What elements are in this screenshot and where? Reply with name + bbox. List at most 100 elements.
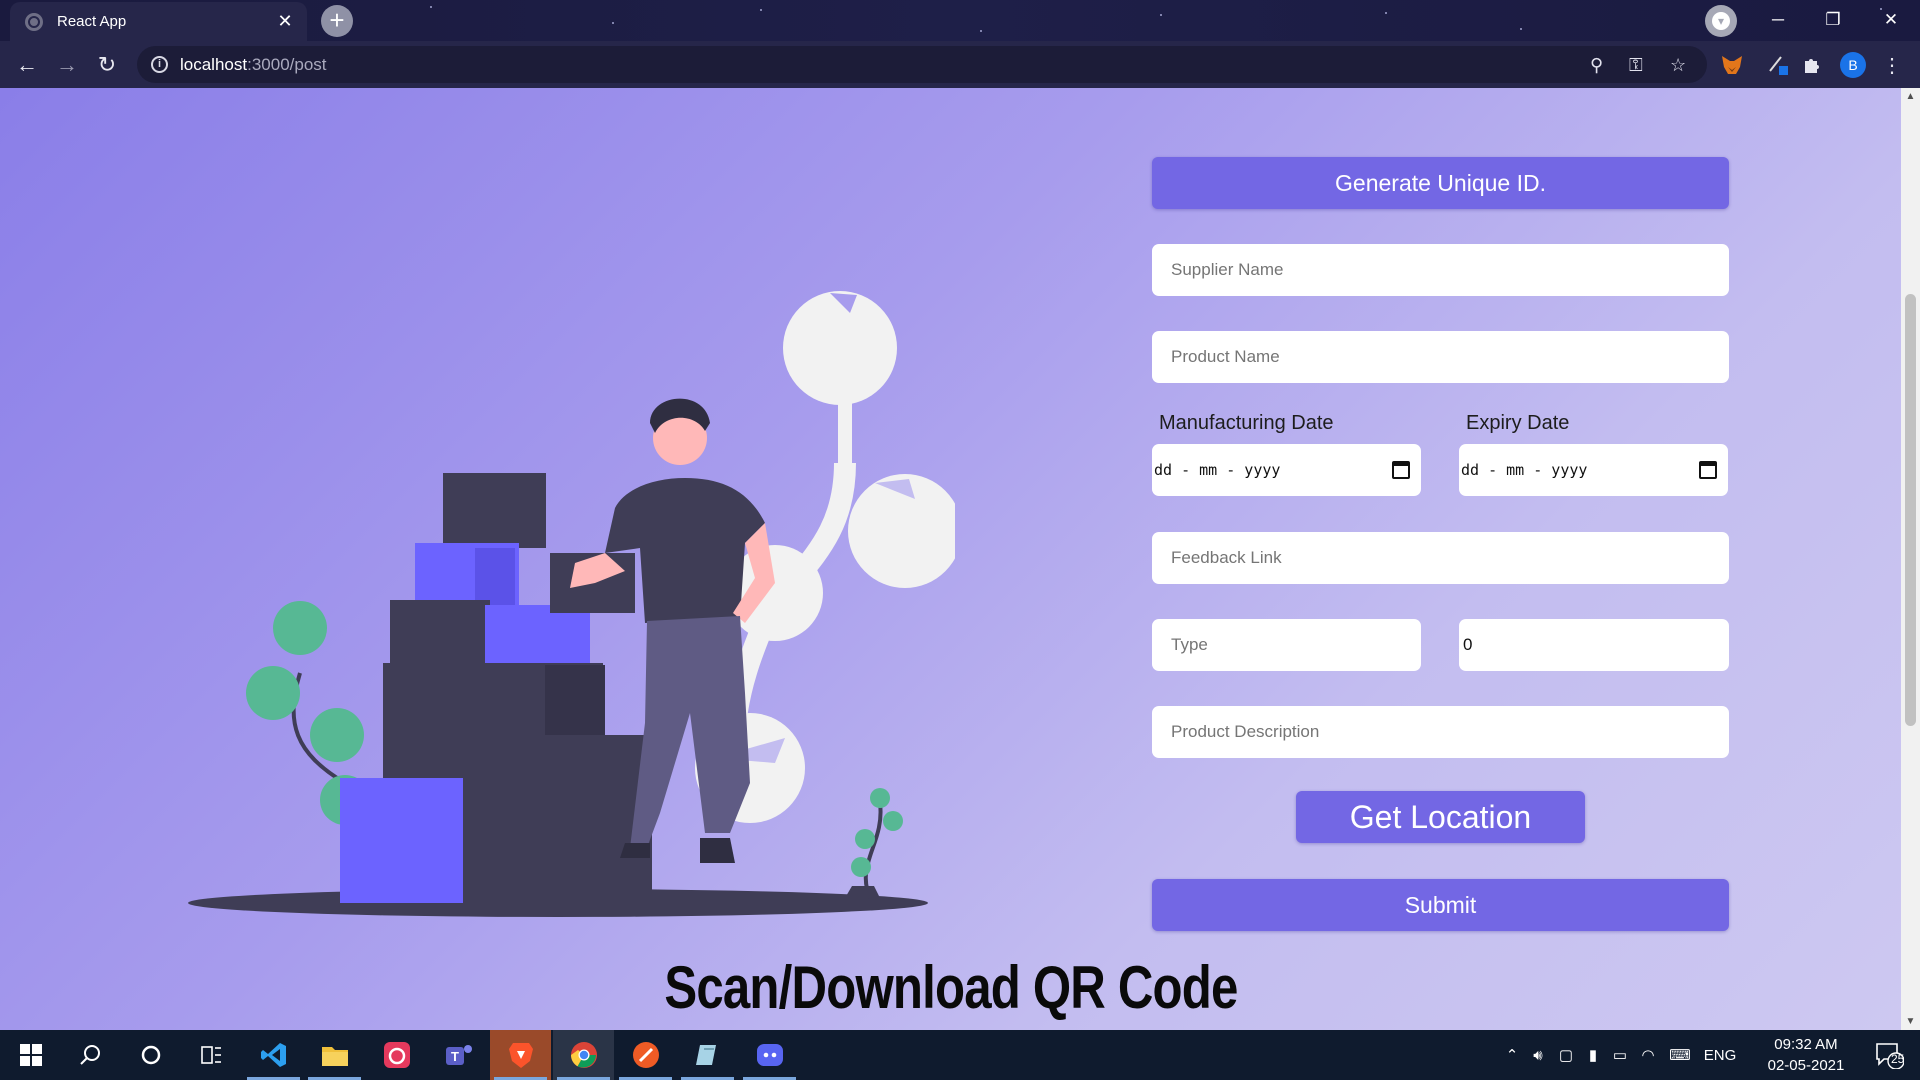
- pen-extension-icon[interactable]: [1766, 53, 1790, 77]
- task-view-icon: [200, 1046, 221, 1064]
- product-description-input[interactable]: Product Description: [1152, 706, 1729, 758]
- address-bar[interactable]: i localhost:3000/post ⚲ ⚿ ☆: [137, 46, 1707, 83]
- volume-icon[interactable]: 🔊︎: [1524, 1047, 1552, 1064]
- brave-lion-icon: [508, 1043, 533, 1068]
- date-placeholder: dd - mm - yyyy: [1461, 461, 1588, 479]
- language-indicator[interactable]: ENG: [1698, 1047, 1742, 1064]
- taskbar-app-notes[interactable]: [677, 1030, 738, 1080]
- submit-button[interactable]: Submit: [1152, 879, 1729, 931]
- extensions-puzzle-icon[interactable]: [1800, 53, 1824, 77]
- taskbar-app-discord[interactable]: [739, 1030, 800, 1080]
- supply-chain-illustration: [188, 291, 955, 917]
- tab-strip: React App ✕ + ▾ ─ ❐ ✕: [0, 0, 1920, 41]
- restore-button[interactable]: ❐: [1810, 4, 1856, 36]
- taskbar-app-brave[interactable]: [490, 1030, 551, 1080]
- teams-icon: T: [445, 1045, 472, 1065]
- get-location-button[interactable]: Get Location: [1296, 791, 1585, 843]
- menu-kebab-icon[interactable]: ⋮: [1880, 53, 1904, 77]
- meet-now-icon[interactable]: ▢: [1552, 1046, 1580, 1064]
- key-icon[interactable]: ⚿: [1629, 55, 1643, 76]
- page-scrollbar[interactable]: ▲ ▼: [1901, 88, 1920, 1030]
- microphone-icon[interactable]: ▮: [1580, 1046, 1606, 1064]
- background-star: [1160, 14, 1162, 16]
- background-star: [1385, 12, 1387, 14]
- qr-code-heading: Scan/Download QR Code: [664, 954, 1238, 1021]
- creative-cloud-icon: [383, 1042, 410, 1068]
- location-pin-icon[interactable]: ⚲: [1590, 55, 1603, 76]
- reload-button[interactable]: ↻: [89, 47, 125, 83]
- taskbar-app-postman[interactable]: [615, 1030, 676, 1080]
- close-window-button[interactable]: ✕: [1868, 4, 1914, 36]
- expiry-date-input[interactable]: dd - mm - yyyy: [1459, 444, 1728, 496]
- taskbar-app-chrome[interactable]: [553, 1030, 614, 1080]
- generate-unique-id-button[interactable]: Generate Unique ID.: [1152, 157, 1729, 209]
- date-placeholder: dd - mm - yyyy: [1154, 461, 1281, 479]
- product-name-input[interactable]: Product Name: [1152, 331, 1729, 383]
- taskbar-app-vscode[interactable]: [243, 1030, 304, 1080]
- windows-logo-icon: [19, 1044, 42, 1066]
- cortana-button[interactable]: [120, 1030, 181, 1080]
- notification-count: 25: [1891, 1052, 1905, 1066]
- supplier-name-input[interactable]: Supplier Name: [1152, 244, 1729, 296]
- chrome-icon: [570, 1042, 597, 1068]
- vscode-icon: [260, 1043, 286, 1067]
- forward-button[interactable]: →: [49, 47, 85, 83]
- start-button[interactable]: [0, 1030, 61, 1080]
- url-path: :3000/post: [247, 54, 327, 74]
- battery-icon[interactable]: ▭: [1606, 1046, 1634, 1064]
- folder-icon: [321, 1047, 348, 1066]
- postman-icon: [632, 1042, 659, 1068]
- background-star: [760, 9, 762, 11]
- expiry-date-label: Expiry Date: [1466, 412, 1570, 434]
- wifi-icon[interactable]: ◠: [1634, 1046, 1662, 1064]
- tab-close-icon[interactable]: ✕: [275, 11, 295, 32]
- background-star: [980, 30, 982, 32]
- system-tray: ⌃ 🔊︎ ▢ ▮ ▭ ◠ ⌨ ENG: [1500, 1030, 1742, 1080]
- notification-center-button[interactable]: 25: [1858, 1030, 1919, 1080]
- page-viewport: Generate Unique ID. Supplier Name Produc…: [0, 88, 1901, 1030]
- clock-date: 02-05-2021: [1767, 1057, 1845, 1074]
- new-tab-button[interactable]: +: [321, 5, 353, 37]
- globe-icon: [25, 12, 43, 31]
- browser-tab-react-app[interactable]: React App ✕: [10, 2, 307, 41]
- profile-avatar[interactable]: B: [1840, 52, 1866, 78]
- chevron-up-icon[interactable]: ⌃: [1500, 1046, 1524, 1064]
- manufacturing-date-input[interactable]: dd - mm - yyyy: [1152, 444, 1421, 496]
- scroll-down-arrow-icon[interactable]: ▼: [1901, 1013, 1920, 1030]
- tab-search-button[interactable]: ▾: [1705, 5, 1737, 37]
- taskbar-app-file-explorer[interactable]: [304, 1030, 365, 1080]
- info-icon[interactable]: i: [151, 56, 168, 73]
- cortana-circle-icon: [141, 1045, 160, 1065]
- type-input[interactable]: Type: [1152, 619, 1421, 671]
- svg-text:T: T: [451, 1049, 459, 1064]
- background-star: [430, 6, 432, 8]
- keyboard-icon[interactable]: ⌨: [1662, 1046, 1698, 1064]
- minimize-button[interactable]: ─: [1755, 4, 1801, 36]
- scroll-up-arrow-icon[interactable]: ▲: [1901, 88, 1920, 105]
- back-button[interactable]: ←: [9, 47, 45, 83]
- discord-icon: [756, 1044, 783, 1066]
- tab-title: React App: [57, 13, 127, 30]
- chevron-down-icon: ▾: [1712, 12, 1730, 30]
- task-view-button[interactable]: [180, 1030, 241, 1080]
- taskbar-clock[interactable]: 09:32 AM 02-05-2021: [1758, 1034, 1854, 1076]
- background-star: [1520, 28, 1522, 30]
- search-icon: [79, 1045, 100, 1065]
- taskbar-app-teams[interactable]: T: [428, 1030, 489, 1080]
- feedback-link-input[interactable]: Feedback Link: [1152, 532, 1729, 584]
- windows-taskbar: T ⌃ 🔊︎ ▢ ▮ ▭ ◠ ⌨ ENG 09:32 AM 02-05-2021…: [0, 1030, 1920, 1080]
- url-host: localhost: [180, 54, 248, 74]
- notes-icon: [695, 1045, 716, 1065]
- browser-toolbar: ← → ↻ i localhost:3000/post ⚲ ⚿ ☆ B ⋮: [0, 41, 1920, 88]
- bookmark-star-icon[interactable]: ☆: [1670, 55, 1686, 76]
- background-star: [612, 22, 614, 24]
- taskbar-app-creative-cloud[interactable]: [366, 1030, 427, 1080]
- clock-time: 09:32 AM: [1774, 1036, 1838, 1053]
- calendar-icon[interactable]: [1699, 461, 1717, 479]
- search-button[interactable]: [59, 1030, 120, 1080]
- scrollbar-thumb[interactable]: [1905, 294, 1916, 726]
- calendar-icon[interactable]: [1392, 461, 1410, 479]
- metamask-fox-icon[interactable]: [1720, 53, 1744, 77]
- number-input[interactable]: 0: [1459, 619, 1729, 671]
- manufacturing-date-label: Manufacturing Date: [1159, 412, 1334, 434]
